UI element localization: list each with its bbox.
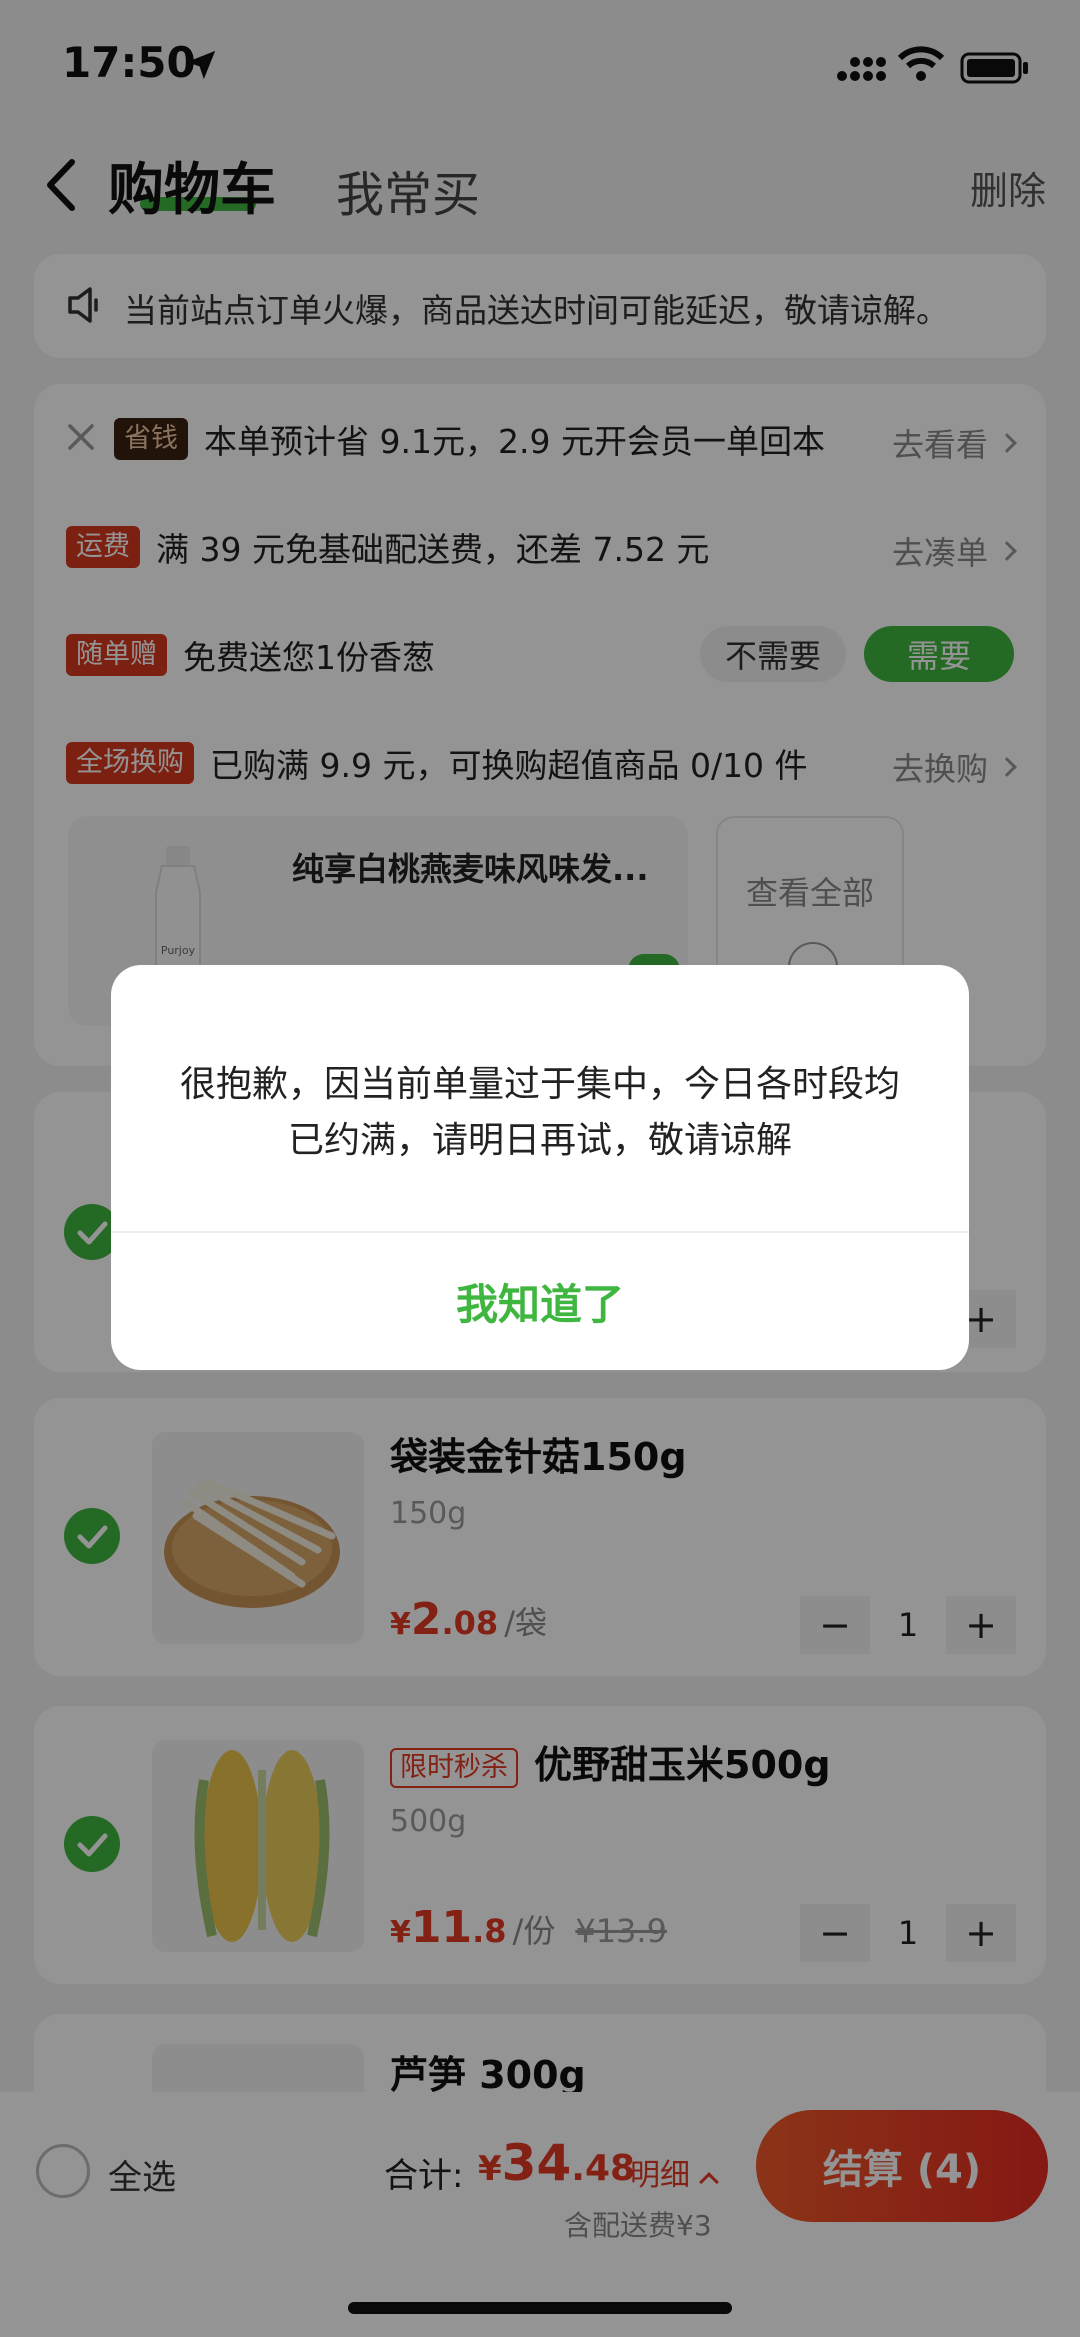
dialog-confirm-button[interactable]: 我知道了 bbox=[111, 1233, 969, 1370]
dialog-message: 很抱歉，因当前单量过于集中，今日各时段均已约满，请明日再试，敬请谅解 bbox=[179, 1064, 900, 1161]
alert-dialog: 很抱歉，因当前单量过于集中，今日各时段均已约满，请明日再试，敬请谅解 我知道了 bbox=[111, 965, 969, 1370]
